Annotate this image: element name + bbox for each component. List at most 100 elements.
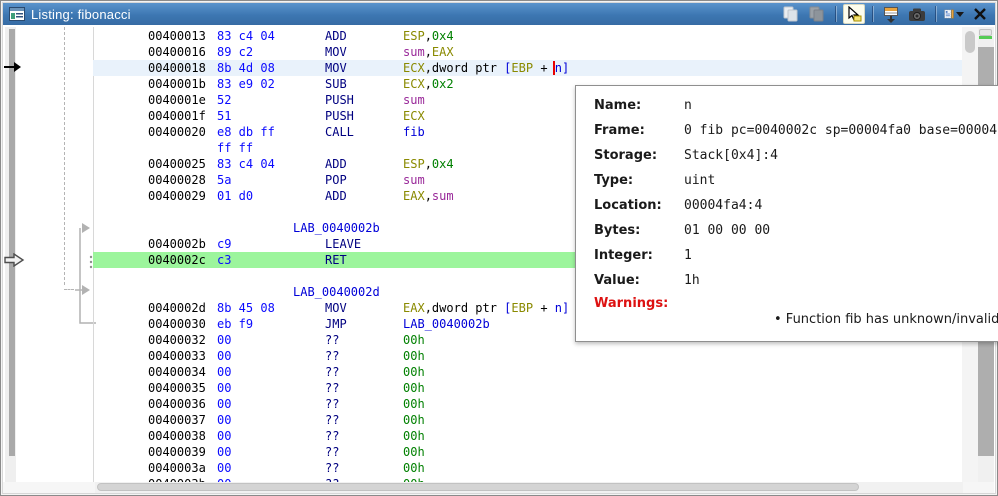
- bytes[interactable]: 00: [217, 444, 231, 460]
- operand-part[interactable]: ECX: [403, 61, 425, 75]
- operand-part[interactable]: 00h: [403, 349, 425, 363]
- bytes[interactable]: 83 c4 04: [217, 156, 275, 172]
- mnemonic[interactable]: ADD: [325, 156, 347, 172]
- address[interactable]: 00400038: [148, 428, 206, 444]
- operands[interactable]: ECX,0x2: [403, 76, 454, 92]
- listing-row[interactable]: 0040003400??00h: [93, 364, 962, 380]
- operands[interactable]: LAB_0040002b: [403, 316, 490, 332]
- operand-part[interactable]: 00h: [403, 461, 425, 475]
- bytes[interactable]: 00: [217, 380, 231, 396]
- operand-part[interactable]: fib: [403, 125, 425, 139]
- operand-part[interactable]: EAX: [403, 189, 425, 203]
- operand-part[interactable]: 0x4: [432, 157, 454, 171]
- bytes[interactable]: c3: [217, 252, 231, 268]
- hover-toggle-button[interactable]: [843, 4, 865, 24]
- operand-part[interactable]: ,: [425, 77, 432, 91]
- bytes-continuation[interactable]: ff ff: [217, 140, 253, 156]
- mnemonic[interactable]: ??: [325, 460, 339, 476]
- operand-part[interactable]: n: [553, 61, 562, 75]
- listing-row[interactable]: 0040001689 c2MOVsum,EAX: [93, 44, 962, 60]
- operands[interactable]: 00h: [403, 396, 425, 412]
- bytes[interactable]: 00: [217, 412, 231, 428]
- mnemonic[interactable]: ??: [325, 364, 339, 380]
- operand-part[interactable]: 00h: [403, 445, 425, 459]
- listing-row[interactable]: 0040001383 c4 04ADDESP,0x4: [93, 28, 962, 44]
- listing-row[interactable]: 0040003300??00h: [93, 348, 962, 364]
- bytes[interactable]: 83 e9 02: [217, 76, 275, 92]
- horizontal-scrollbar-thumb[interactable]: [97, 483, 859, 491]
- operand-part[interactable]: ECX: [403, 109, 425, 123]
- address[interactable]: 00400020: [148, 124, 206, 140]
- operand-part[interactable]: dword ptr: [432, 61, 504, 75]
- mnemonic[interactable]: PUSH: [325, 108, 354, 124]
- mnemonic[interactable]: ??: [325, 412, 339, 428]
- address[interactable]: 0040003a: [148, 460, 206, 476]
- mnemonic[interactable]: ??: [325, 444, 339, 460]
- bytes[interactable]: c9: [217, 236, 231, 252]
- listing-row[interactable]: 0040003900??00h: [93, 444, 962, 460]
- horizontal-scrollbar[interactable]: [95, 482, 963, 493]
- operand-part[interactable]: n: [555, 301, 562, 315]
- mnemonic[interactable]: PUSH: [325, 92, 354, 108]
- operand-part[interactable]: sum: [432, 189, 454, 203]
- bytes[interactable]: 00: [217, 460, 231, 476]
- listing-row[interactable]: 0040003800??00h: [93, 428, 962, 444]
- operands[interactable]: 00h: [403, 364, 425, 380]
- cursor-position-marker[interactable]: [979, 36, 992, 39]
- operand-part[interactable]: 0x4: [432, 29, 454, 43]
- bytes[interactable]: 5a: [217, 172, 231, 188]
- snapshot-camera-button[interactable]: [906, 4, 928, 24]
- mnemonic[interactable]: ADD: [325, 188, 347, 204]
- bytes[interactable]: eb f9: [217, 316, 253, 332]
- listing-row[interactable]: 00400035 00?? 00h: [93, 380, 962, 396]
- vertical-scrollbar-thumb[interactable]: [965, 31, 975, 53]
- address[interactable]: 00400018: [148, 60, 206, 76]
- address[interactable]: 00400029: [148, 188, 206, 204]
- operand-part[interactable]: 00h: [403, 333, 425, 347]
- operands[interactable]: 00h: [403, 428, 425, 444]
- listing-row[interactable]: 004000188b 4d 08MOVECX,dword ptr [EBP + …: [93, 60, 962, 76]
- mnemonic[interactable]: ??: [325, 380, 339, 396]
- mnemonic[interactable]: MOV: [325, 300, 347, 316]
- dropdown-arrow-icon[interactable]: [956, 12, 964, 17]
- operand-part[interactable]: 00h: [403, 397, 425, 411]
- address[interactable]: 00400030: [148, 316, 206, 332]
- address[interactable]: 0040002c: [148, 252, 206, 268]
- operand-part[interactable]: 00h: [403, 381, 425, 395]
- address[interactable]: 0040002d: [148, 300, 206, 316]
- mnemonic[interactable]: MOV: [325, 44, 347, 60]
- bytes[interactable]: 00: [217, 332, 231, 348]
- listing-row[interactable]: 0040003a 00?? 00h: [93, 460, 962, 476]
- operand-part[interactable]: LAB_0040002b: [403, 317, 490, 331]
- address[interactable]: 00400037: [148, 412, 206, 428]
- mnemonic[interactable]: POP: [325, 172, 347, 188]
- operand-part[interactable]: 00h: [403, 365, 425, 379]
- close-button[interactable]: [969, 4, 991, 24]
- bytes[interactable]: 00: [217, 428, 231, 444]
- address[interactable]: 00400028: [148, 172, 206, 188]
- address[interactable]: 0040001f: [148, 108, 206, 124]
- operand-part[interactable]: ESP: [403, 157, 425, 171]
- operand-part[interactable]: ,: [425, 61, 432, 75]
- address[interactable]: 00400035: [148, 380, 206, 396]
- bytes[interactable]: e8 db ff: [217, 124, 275, 140]
- operands[interactable]: ESP,0x4: [403, 156, 454, 172]
- operand-part[interactable]: ,: [425, 29, 432, 43]
- operand-part[interactable]: ,: [425, 157, 432, 171]
- operand-part[interactable]: EAX: [403, 301, 425, 315]
- bytes[interactable]: 83 c4 04: [217, 28, 275, 44]
- mnemonic[interactable]: RET: [325, 252, 347, 268]
- operands[interactable]: 00h: [403, 444, 425, 460]
- address[interactable]: 00400036: [148, 396, 206, 412]
- operand-part[interactable]: +: [533, 61, 555, 75]
- operands[interactable]: 00h: [403, 380, 425, 396]
- mnemonic[interactable]: MOV: [325, 60, 347, 76]
- bytes[interactable]: 00: [217, 348, 231, 364]
- operands[interactable]: EAX,sum: [403, 188, 454, 204]
- operands[interactable]: ECX: [403, 108, 425, 124]
- mnemonic[interactable]: ??: [325, 396, 339, 412]
- operand-part[interactable]: ]: [562, 301, 569, 315]
- operands[interactable]: ECX,dword ptr [EBP + n]: [403, 60, 569, 76]
- mnemonic[interactable]: ??: [325, 332, 339, 348]
- operands[interactable]: 00h: [403, 348, 425, 364]
